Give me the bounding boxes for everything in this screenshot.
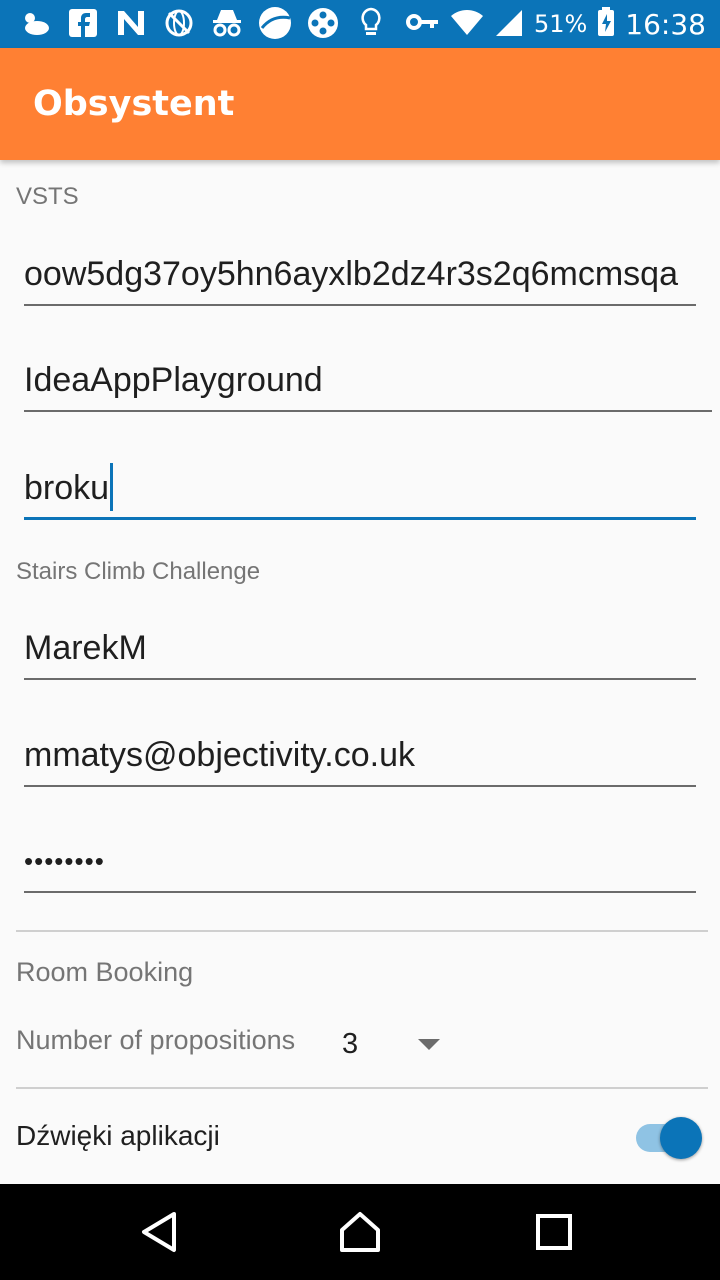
app-bar: Obsystent	[0, 48, 720, 160]
battery-icon	[597, 7, 615, 41]
globe-icon	[162, 6, 196, 40]
section-divider	[16, 1087, 708, 1089]
film-reel-icon	[306, 6, 340, 40]
stairs-password-field[interactable]: ••••••••	[24, 833, 696, 893]
propositions-spinner[interactable]: 3	[342, 1028, 358, 1061]
battery-percentage: 51%	[533, 10, 588, 38]
lightbulb-icon	[354, 6, 388, 40]
stairs-email-field[interactable]: mmatys@objectivity.co.uk	[24, 727, 696, 787]
signal-icon	[494, 7, 524, 41]
recents-icon[interactable]	[530, 1208, 578, 1256]
back-icon[interactable]	[136, 1208, 184, 1256]
vsts-user-value: broku	[24, 469, 110, 507]
notification-icons	[18, 6, 388, 40]
vsts-token-field[interactable]: oow5dg37oy5hn6ayxlb2dz4r3s2q6mcmsqa	[24, 246, 696, 306]
vsts-user-field[interactable]: broku	[24, 460, 696, 520]
home-icon[interactable]	[336, 1208, 384, 1256]
clock: 16:38	[625, 7, 706, 41]
vsts-project-field[interactable]: IdeaAppPlayground	[24, 352, 712, 412]
incognito-icon	[210, 6, 244, 40]
ball-icon	[258, 6, 292, 40]
facebook-icon	[66, 6, 100, 40]
app-title: Obsystent	[33, 84, 235, 124]
section-title-stairs: Stairs Climb Challenge	[16, 558, 261, 585]
dropdown-arrow-icon[interactable]	[418, 1039, 440, 1050]
n-app-icon	[114, 6, 148, 40]
wifi-icon	[450, 8, 484, 40]
propositions-label: Number of propositions	[16, 1025, 296, 1055]
key-icon	[405, 12, 440, 36]
sounds-label: Dźwięki aplikacji	[16, 1120, 220, 1151]
section-divider	[16, 930, 708, 932]
weather-icon	[18, 6, 52, 40]
section-title-room-booking: Room Booking	[16, 957, 194, 987]
status-bar: 51% 16:38	[0, 0, 720, 48]
system-indicators: 51% 16:38	[405, 0, 706, 48]
navigation-bar	[0, 1184, 720, 1280]
section-title-vsts: VSTS	[16, 183, 79, 210]
text-cursor	[110, 463, 114, 512]
sounds-toggle[interactable]	[660, 1117, 702, 1159]
stairs-name-field[interactable]: MarekM	[24, 620, 696, 680]
